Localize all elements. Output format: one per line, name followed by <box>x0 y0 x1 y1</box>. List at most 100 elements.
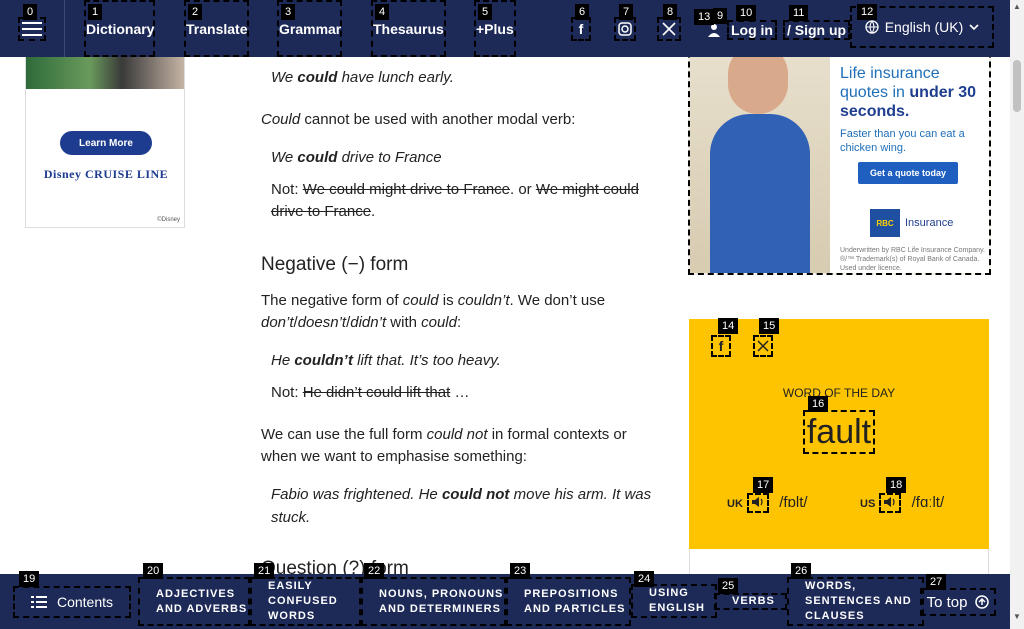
instagram-icon <box>618 22 632 36</box>
divider <box>64 0 65 57</box>
login-label: Log in <box>727 20 777 40</box>
contents-button[interactable]: Contents <box>13 586 131 618</box>
uk-pron-text: /fɒlt/ <box>779 493 808 511</box>
ad-brand: Disney CRUISE LINE <box>43 167 169 181</box>
struck-text: He didn’t could lift that <box>302 384 451 401</box>
ad-insurance-label: Insurance <box>905 217 954 229</box>
paragraph-text: : <box>456 314 462 331</box>
example-text: have lunch early. <box>337 69 454 86</box>
speaker-icon <box>752 497 763 507</box>
us-pron-text: /fɑːlt/ <box>911 493 945 511</box>
paragraph-italic: could not <box>426 426 488 443</box>
language-label: English (UK) <box>884 19 964 35</box>
badge: 4 <box>375 4 390 20</box>
paragraph-text: with <box>386 314 422 331</box>
badge: 18 <box>886 477 907 493</box>
uk-audio-button[interactable] <box>747 493 770 513</box>
badge: 21 <box>254 563 275 579</box>
facebook-link[interactable]: f <box>571 17 591 41</box>
topic-verbs[interactable]: VERBS <box>714 593 787 610</box>
paragraph-text: is <box>438 292 458 309</box>
speaker-icon <box>884 497 896 507</box>
menu-button[interactable] <box>18 17 46 41</box>
wotd-word[interactable]: fault <box>803 410 875 454</box>
ad-fine-print: Underwritten by RBC Life Insurance Compa… <box>840 247 985 272</box>
paragraph-italic: couldn’t <box>457 292 510 309</box>
topic-using-english[interactable]: USING ENGLISH <box>631 584 717 618</box>
badge: 7 <box>619 4 634 20</box>
login-link[interactable]: Log in / Sign up <box>707 20 851 40</box>
badge: 1 <box>88 4 103 20</box>
chevron-down-icon <box>969 24 979 31</box>
badge: 8 <box>663 4 678 20</box>
punct: . <box>371 203 376 220</box>
punct: … <box>450 384 470 401</box>
topic-words-sentences[interactable]: WORDS, SENTENCES AND CLAUSES <box>787 577 924 626</box>
contents-label: Contents <box>56 594 114 610</box>
topic-adjectives-adverbs[interactable]: ADJECTIVES AND ADVERBS <box>138 577 250 626</box>
badge: 9 <box>713 8 728 24</box>
ad-headline: Life insurance quotes in under 30 second… <box>840 64 980 121</box>
get-quote-button[interactable]: Get a quote today <box>858 162 958 184</box>
ad-copyright: ©Disney <box>157 217 180 223</box>
ad-figure-shirt <box>710 114 810 273</box>
scroll-thumb[interactable] <box>1013 60 1021 112</box>
paragraph: The negative form of could is couldn’t. … <box>261 290 661 334</box>
example-text: We <box>271 149 298 166</box>
badge: 14 <box>718 318 739 334</box>
badge: 2 <box>188 4 203 20</box>
scroll-up-arrow-icon[interactable]: ▲ <box>1013 2 1021 11</box>
badge: 0 <box>23 4 38 20</box>
globe-icon <box>865 20 879 34</box>
paragraph-italic: Could <box>261 111 301 128</box>
learn-more-button[interactable]: Learn More <box>60 131 152 155</box>
example-sentence: We could have lunch early. <box>271 67 666 90</box>
site-header: 0 Dictionary 1 Translate 2 Grammar 3 The… <box>0 0 1010 57</box>
to-top-button[interactable]: To top <box>920 588 996 616</box>
badge: 24 <box>634 571 655 587</box>
region-label: UK <box>727 497 743 510</box>
us-audio-button[interactable] <box>879 493 902 513</box>
example-text: lift that. It’s too heavy. <box>352 352 501 369</box>
page: Learn More Disney CRUISE LINE ©Disney 0 … <box>0 0 1024 629</box>
badge: 11 <box>789 5 809 21</box>
badge: 3 <box>281 4 296 20</box>
paragraph-italic: don’t <box>261 314 294 331</box>
badge: 10 <box>736 5 757 21</box>
facebook-icon: f <box>718 338 724 354</box>
share-x[interactable] <box>753 335 773 357</box>
not-label: Not: <box>271 181 303 198</box>
paragraph-text: . We don’t use <box>509 292 606 309</box>
arrow-up-circle-icon <box>975 595 990 609</box>
example-text: Fabio was frightened. He <box>271 486 442 503</box>
badge: 26 <box>791 563 812 579</box>
not-label: Not: <box>271 384 303 401</box>
paragraph-italic: could <box>402 292 439 309</box>
right-advertisement[interactable]: Life insurance quotes in under 30 second… <box>688 22 991 275</box>
to-top-label: To top <box>926 593 968 611</box>
x-link[interactable] <box>657 17 681 41</box>
signup-label[interactable]: / Sign up <box>783 20 851 40</box>
badge: 5 <box>478 4 493 20</box>
region-label: US <box>860 497 876 510</box>
example-sentence: He couldn’t lift that. It’s too heavy. <box>271 350 666 373</box>
badge: 6 <box>575 4 590 20</box>
paragraph-text: The negative form of <box>261 292 403 309</box>
topic-nouns-pronouns[interactable]: NOUNS, PRONOUNS AND DETERMINERS <box>361 577 506 626</box>
badge: 23 <box>510 563 531 579</box>
instagram-link[interactable] <box>614 17 636 41</box>
topic-easily-confused[interactable]: EASILY CONFUSED WORDS <box>250 577 361 626</box>
badge: 19 <box>19 571 40 587</box>
or-text: . or <box>510 181 536 198</box>
wotd-label: WORD OF THE DAY <box>782 386 896 400</box>
topic-prepositions[interactable]: PREPOSITIONS AND PARTICLES <box>506 577 631 626</box>
example-text: drive to France <box>337 149 442 166</box>
scroll-down-arrow-icon[interactable]: ▼ <box>1013 612 1021 621</box>
example-text: He <box>271 352 295 369</box>
share-facebook[interactable]: f <box>711 335 731 357</box>
vertical-scrollbar[interactable]: ▲ ▼ <box>1010 0 1024 629</box>
incorrect-example: Not: We could might drive to France. or … <box>271 179 666 223</box>
paragraph: We can use the full form could not in fo… <box>261 424 666 468</box>
badge: 16 <box>808 396 829 412</box>
facebook-icon: f <box>578 21 584 37</box>
